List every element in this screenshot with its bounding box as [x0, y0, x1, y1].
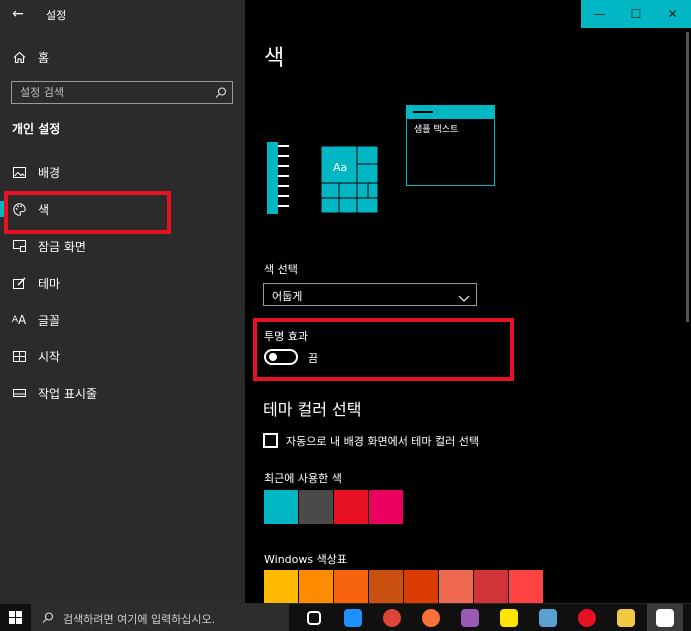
settings-sidebar: ← 설정 홈 개인 설정 배경 색 잠금 화면 [0, 0, 245, 603]
minimize-button[interactable]: — [581, 0, 618, 28]
minimize-icon: — [593, 7, 606, 21]
maximize-icon: ☐ [630, 7, 642, 21]
sidebar-item-home[interactable]: 홈 [0, 43, 245, 71]
section-heading: 개인 설정 [12, 122, 61, 136]
color-swatch[interactable] [264, 570, 298, 604]
paint-icon [461, 609, 479, 627]
taskbar-app-button[interactable] [335, 604, 371, 631]
auto-accent-label[interactable]: 자동으로 내 배경 화면에서 테마 컬러 선택 [286, 433, 479, 449]
color-swatch[interactable] [404, 570, 438, 604]
kakaotalk-icon [500, 609, 518, 627]
color-swatch[interactable] [369, 490, 403, 524]
settings-search-input[interactable] [12, 82, 208, 103]
taskbar-app-button[interactable] [530, 604, 566, 631]
taskbar: 검색하려면 여기에 입력하십시오. [0, 603, 691, 631]
taskbar-app-button[interactable] [491, 604, 527, 631]
sidebar-item-label: 작업 표시줄 [38, 386, 98, 401]
color-swatch[interactable] [439, 570, 473, 604]
taskbar-icon [12, 386, 26, 400]
color-swatch[interactable] [299, 490, 333, 524]
transparency-toggle[interactable] [264, 349, 298, 365]
start-grid-icon [12, 349, 26, 363]
windows-palette-label: Windows 색상표 [264, 553, 347, 566]
taskbar-search-placeholder: 검색하려면 여기에 입력하십시오. [63, 613, 216, 626]
taskbar-search-box[interactable]: 검색하려면 여기에 입력하십시오. [31, 604, 289, 631]
search-icon [41, 611, 55, 625]
caption-buttons: — ☐ ✕ [581, 0, 691, 28]
color-swatch[interactable] [474, 570, 508, 604]
taskbar-app-button[interactable] [296, 604, 332, 631]
title-bar: ← 설정 [0, 0, 245, 28]
sidebar-item-label: 테마 [38, 276, 61, 291]
sidebar-item-label: 배경 [38, 165, 61, 180]
settings-gear-icon [656, 609, 674, 627]
preview-tile-label: Aa [333, 161, 348, 174]
maximize-button[interactable]: ☐ [618, 0, 655, 28]
taskbar-app-button[interactable] [647, 604, 683, 631]
toggle-state-text: 끔 [308, 352, 319, 365]
taskbar-app-button[interactable] [413, 604, 449, 631]
color-swatch[interactable] [299, 570, 333, 604]
sidebar-item-fonts[interactable]: AA 글꼴 [0, 306, 245, 334]
sidebar-item-themes[interactable]: 테마 [0, 269, 245, 297]
picture-icon [12, 165, 26, 179]
sidebar-item-label: 잠금 화면 [38, 239, 86, 254]
back-button[interactable]: ← [0, 0, 36, 28]
close-button[interactable]: ✕ [654, 0, 691, 28]
close-icon: ✕ [667, 7, 678, 21]
windows-logo-icon [8, 609, 22, 628]
chevron-down-icon [458, 289, 470, 302]
color-swatch[interactable] [264, 490, 298, 524]
taskbar-app-button[interactable] [569, 604, 605, 631]
taskbar-app-button[interactable] [374, 604, 410, 631]
page-title: 색 [264, 46, 285, 71]
edge-icon [344, 609, 362, 627]
color-choice-label: 색 선택 [264, 263, 298, 276]
theme-color-heading: 테마 컬러 선택 [263, 400, 362, 419]
chrome-icon [383, 609, 401, 627]
recorder-icon [578, 609, 596, 627]
settings-search-box[interactable] [11, 81, 233, 104]
scrollbar[interactable] [686, 32, 689, 322]
app-icon [539, 609, 557, 627]
sidebar-item-label: 시작 [38, 349, 61, 364]
taskbar-app-button[interactable] [608, 604, 644, 631]
recent-colors-label: 최근에 사용한 색 [264, 472, 342, 485]
task-view-icon [307, 611, 321, 625]
sidebar-item-taskbar[interactable]: 작업 표시줄 [0, 379, 245, 407]
highlight-annotation [4, 191, 171, 234]
firefox-icon [422, 609, 440, 627]
color-preview: Aa 샘플 텍스트 [266, 104, 496, 216]
color-swatch[interactable] [334, 490, 368, 524]
home-icon [12, 50, 26, 64]
sidebar-item-label: 홈 [38, 50, 50, 65]
color-swatch[interactable] [509, 570, 543, 604]
lock-screen-icon [12, 239, 26, 253]
preview-sample-text: 샘플 텍스트 [414, 125, 459, 135]
sidebar-item-background[interactable]: 배경 [0, 158, 245, 186]
taskbar-app-button[interactable] [452, 604, 488, 631]
transparency-label: 투명 효과 [264, 330, 308, 343]
back-arrow-icon: ← [12, 6, 24, 22]
theme-brush-icon [12, 276, 26, 290]
color-swatch[interactable] [369, 570, 403, 604]
preview-graphic [267, 105, 495, 214]
auto-accent-checkbox[interactable] [263, 433, 278, 448]
toggle-knob [269, 353, 277, 361]
sidebar-item-label: 글꼴 [38, 313, 61, 328]
font-icon: AA [11, 313, 27, 327]
dropdown-value: 어둡게 [272, 290, 303, 303]
title-bar-drag-area[interactable]: — ☐ ✕ [245, 0, 691, 28]
window-title: 설정 [46, 9, 67, 22]
sidebar-item-lock-screen[interactable]: 잠금 화면 [0, 232, 245, 260]
color-swatch[interactable] [334, 570, 368, 604]
sidebar-item-start[interactable]: 시작 [0, 342, 245, 370]
start-button[interactable] [0, 604, 30, 631]
color-mode-dropdown[interactable]: 어둡게 [263, 283, 477, 306]
search-icon[interactable] [214, 85, 228, 99]
file-explorer-icon [617, 609, 635, 627]
